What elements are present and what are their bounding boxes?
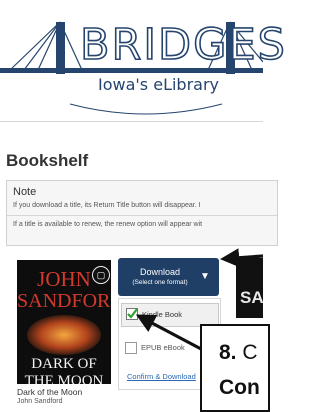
arrow-to-kindle-icon bbox=[135, 314, 204, 352]
callout-step-number: 8. bbox=[219, 341, 237, 364]
arrow-to-download-icon bbox=[220, 248, 263, 268]
callout-step-text-2: Con bbox=[219, 376, 260, 399]
callout-step-text: C bbox=[242, 341, 258, 364]
instruction-callout: 8. C Con bbox=[200, 324, 270, 412]
callout-step-line: 8. C bbox=[219, 341, 258, 365]
